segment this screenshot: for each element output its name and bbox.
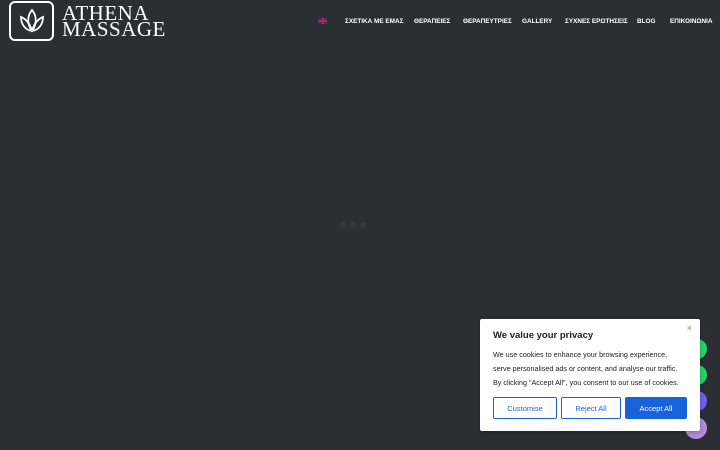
cookie-consent-banner: × We value your privacy We use cookies t… xyxy=(480,319,700,431)
brand-name: ATHENA MASSAGE xyxy=(62,3,166,41)
lotus-icon xyxy=(9,1,54,41)
accept-all-button[interactable]: Accept All xyxy=(625,397,687,419)
cookie-text-line: By clicking "Accept All", you consent to… xyxy=(493,378,679,387)
loader-dot xyxy=(350,222,356,228)
site-logo[interactable]: ATHENA MASSAGE xyxy=(9,1,166,41)
nav-item-blog[interactable]: BLOG xyxy=(637,18,655,25)
nav-item-faq[interactable]: ΣΥΧΝΕΣ ΕΡΩΤΗΣΕΙΣ xyxy=(565,18,628,25)
cookie-description: We use cookies to enhance your browsing … xyxy=(493,348,687,390)
customise-button[interactable]: Customise xyxy=(493,397,557,419)
page-loader xyxy=(340,222,366,228)
cookie-title: We value your privacy xyxy=(493,330,594,341)
nav-item-gallery[interactable]: GALLERY xyxy=(522,18,552,25)
site-header: ATHENA MASSAGE ΣΧΕΤΙΚΑ ΜΕ ΕΜΑΣ ΘΕΡΑΠΕΙΕΣ… xyxy=(0,0,720,42)
nav-item-therapies[interactable]: ΘΕΡΑΠΕΙΕΣ xyxy=(414,18,450,25)
close-icon[interactable]: × xyxy=(687,323,692,333)
loader-dot xyxy=(340,222,346,228)
nav-item-about[interactable]: ΣΧΕΤΙΚΑ ΜΕ ΕΜΑΣ xyxy=(345,18,403,25)
nav-item-therapists[interactable]: ΘΕΡΑΠΕΥΤΡΙΕΣ xyxy=(463,18,512,25)
reject-all-button[interactable]: Reject All xyxy=(561,397,621,419)
cookie-text-line: serve personalised ads or content, and a… xyxy=(493,364,678,373)
loader-dot xyxy=(360,222,366,228)
main-nav: ΣΧΕΤΙΚΑ ΜΕ ΕΜΑΣ ΘΕΡΑΠΕΙΕΣ ΘΕΡΑΠΕΥΤΡΙΕΣ G… xyxy=(318,15,720,27)
nav-item-contact[interactable]: ΕΠΙΚΟΙΝΩΝΙΑ xyxy=(670,18,712,25)
brand-line-2: MASSAGE xyxy=(62,17,166,41)
cookie-text-line: We use cookies to enhance your browsing … xyxy=(493,350,668,359)
cookie-actions: Customise Reject All Accept All xyxy=(493,397,687,419)
uk-flag-icon[interactable] xyxy=(318,18,327,24)
